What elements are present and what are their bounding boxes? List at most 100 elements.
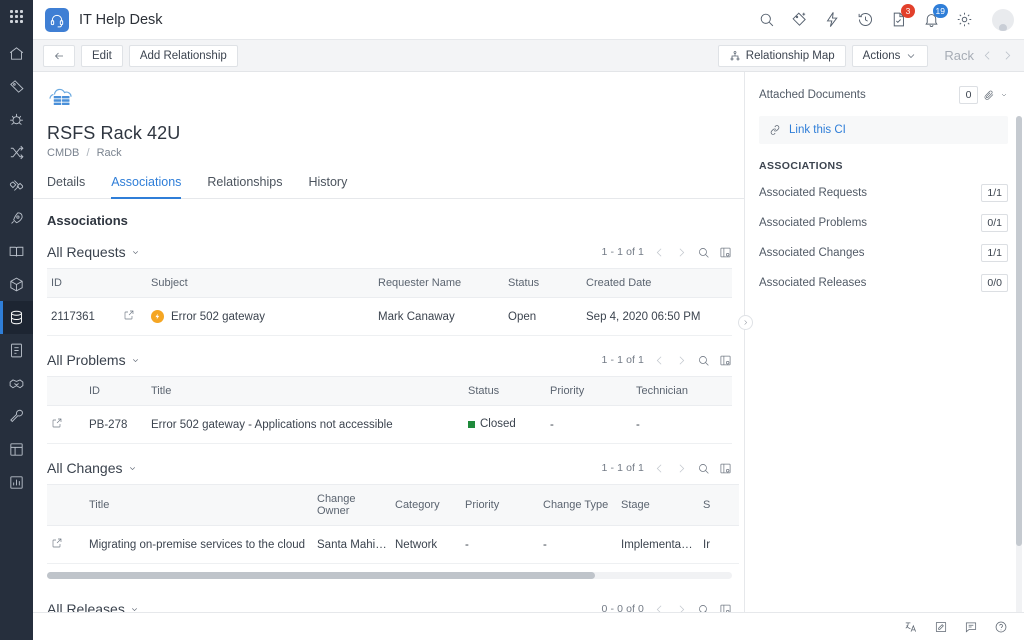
sidebar-item-home[interactable] <box>0 37 33 70</box>
app-switcher-button[interactable] <box>0 0 33 33</box>
sidebar-item-requests[interactable] <box>0 70 33 103</box>
associated-requests-row[interactable]: Associated Requests 1/1 <box>759 184 1008 202</box>
col-title[interactable]: Title <box>147 377 464 406</box>
scrollbar-thumb[interactable] <box>47 572 595 579</box>
panel-collapse-toggle[interactable] <box>738 315 753 330</box>
approvals-icon-button[interactable]: 3 <box>889 10 908 29</box>
history-icon-button[interactable] <box>856 10 875 29</box>
actions-button[interactable]: Actions <box>852 45 929 67</box>
cell-open-link[interactable] <box>47 406 85 444</box>
table-row[interactable]: Migrating on-premise services to the clo… <box>47 526 739 564</box>
sidebar-item-reports[interactable] <box>0 466 33 499</box>
associated-releases-row[interactable]: Associated Releases 0/0 <box>759 274 1008 292</box>
sidebar-item-changes[interactable] <box>0 136 33 169</box>
chevron-down-icon[interactable] <box>1000 91 1008 99</box>
prev-page-icon[interactable] <box>653 246 666 259</box>
prev-page-icon[interactable] <box>653 354 666 367</box>
gear-icon-button[interactable] <box>955 10 974 29</box>
sidebar-item-cmdb[interactable] <box>0 301 33 334</box>
cell-subject[interactable]: Error 502 gateway <box>147 298 374 336</box>
col-stage[interactable]: Stage <box>617 485 699 526</box>
tab-details[interactable]: Details <box>47 175 85 199</box>
all-changes-selector[interactable]: All Changes <box>47 460 137 476</box>
help-icon[interactable] <box>994 620 1008 634</box>
column-settings-icon[interactable] <box>719 462 732 475</box>
sidebar-item-projects[interactable] <box>0 169 33 202</box>
all-requests-selector[interactable]: All Requests <box>47 244 140 260</box>
sidebar-item-assets[interactable] <box>0 268 33 301</box>
sidebar-item-contracts[interactable] <box>0 334 33 367</box>
associated-releases-label: Associated Releases <box>759 277 866 289</box>
sidebar-item-purchase[interactable] <box>0 367 33 400</box>
relationship-map-button[interactable]: Relationship Map <box>718 45 846 67</box>
col-status[interactable]: Status <box>504 269 582 298</box>
changes-horizontal-scrollbar[interactable] <box>47 572 732 579</box>
chevron-down-icon <box>131 248 140 257</box>
column-settings-icon[interactable] <box>719 246 732 259</box>
search-icon-button[interactable] <box>757 10 776 29</box>
table-row[interactable]: PB-278 Error 502 gateway - Applications … <box>47 406 732 444</box>
sidebar-item-solutions[interactable] <box>0 235 33 268</box>
col-created-date[interactable]: Created Date <box>582 269 732 298</box>
col-technician[interactable]: Technician <box>632 377 732 406</box>
tab-associations[interactable]: Associations <box>111 175 181 199</box>
bolt-icon-button[interactable] <box>823 10 842 29</box>
col-priority[interactable]: Priority <box>461 485 539 526</box>
next-page-icon[interactable] <box>675 246 688 259</box>
notes-icon[interactable] <box>934 620 948 634</box>
chat-icon[interactable] <box>964 620 978 634</box>
col-id[interactable]: ID <box>85 377 147 406</box>
associated-changes-row[interactable]: Associated Changes 1/1 <box>759 244 1008 262</box>
tag-add-icon-button[interactable] <box>790 10 809 29</box>
search-icon[interactable] <box>697 246 710 259</box>
prev-page-icon[interactable] <box>653 462 666 475</box>
sidebar-item-setup[interactable] <box>0 400 33 433</box>
cell-id[interactable]: PB-278 <box>85 406 147 444</box>
tab-history[interactable]: History <box>308 175 347 199</box>
sidebar-item-releases[interactable] <box>0 202 33 235</box>
all-problems-selector[interactable]: All Problems <box>47 352 140 368</box>
paperclip-icon[interactable] <box>983 89 995 101</box>
cell-id[interactable]: 2117361 <box>47 298 119 336</box>
link-this-ci-button[interactable]: Link this CI <box>759 116 1008 144</box>
translate-icon[interactable] <box>904 620 918 634</box>
cell-title[interactable]: Migrating on-premise services to the clo… <box>85 526 313 564</box>
col-change-owner[interactable]: Change Owner <box>313 485 391 526</box>
next-record-icon[interactable] <box>1001 49 1014 62</box>
breadcrumb-leaf[interactable]: Rack <box>97 147 122 159</box>
attached-documents-row: Attached Documents 0 <box>759 86 1008 104</box>
col-category[interactable]: Category <box>391 485 461 526</box>
col-id[interactable]: ID <box>47 269 119 298</box>
col-status-clipped[interactable]: S <box>699 485 739 526</box>
col-status[interactable]: Status <box>464 377 546 406</box>
associated-problems-row[interactable]: Associated Problems 0/1 <box>759 214 1008 232</box>
col-change-type[interactable]: Change Type <box>539 485 617 526</box>
tab-relationships[interactable]: Relationships <box>207 175 282 199</box>
column-settings-icon[interactable] <box>719 354 732 367</box>
prev-record-icon[interactable] <box>981 49 994 62</box>
scrollbar-thumb[interactable] <box>1016 116 1022 546</box>
add-relationship-button[interactable]: Add Relationship <box>129 45 238 67</box>
next-page-icon[interactable] <box>675 354 688 367</box>
brand[interactable]: IT Help Desk <box>45 8 163 32</box>
page-vertical-scrollbar[interactable] <box>1016 116 1022 636</box>
sidebar-item-dashboards[interactable] <box>0 433 33 466</box>
search-icon[interactable] <box>697 354 710 367</box>
next-page-icon[interactable] <box>675 462 688 475</box>
cell-open-link[interactable] <box>47 526 85 564</box>
cell-title[interactable]: Error 502 gateway - Applications not acc… <box>147 406 464 444</box>
breadcrumb-root[interactable]: CMDB <box>47 147 79 159</box>
col-subject[interactable]: Subject <box>147 269 374 298</box>
headset-icon <box>49 12 65 28</box>
search-icon[interactable] <box>697 462 710 475</box>
sidebar-item-problems[interactable] <box>0 103 33 136</box>
col-title[interactable]: Title <box>85 485 313 526</box>
back-button[interactable] <box>43 45 75 67</box>
bell-icon-button[interactable]: 19 <box>922 10 941 29</box>
col-priority[interactable]: Priority <box>546 377 632 406</box>
avatar[interactable] <box>988 9 1010 31</box>
table-row[interactable]: 2117361 <box>47 298 732 336</box>
cell-open-link[interactable] <box>119 298 147 336</box>
col-requester-name[interactable]: Requester Name <box>374 269 504 298</box>
edit-button[interactable]: Edit <box>81 45 123 67</box>
